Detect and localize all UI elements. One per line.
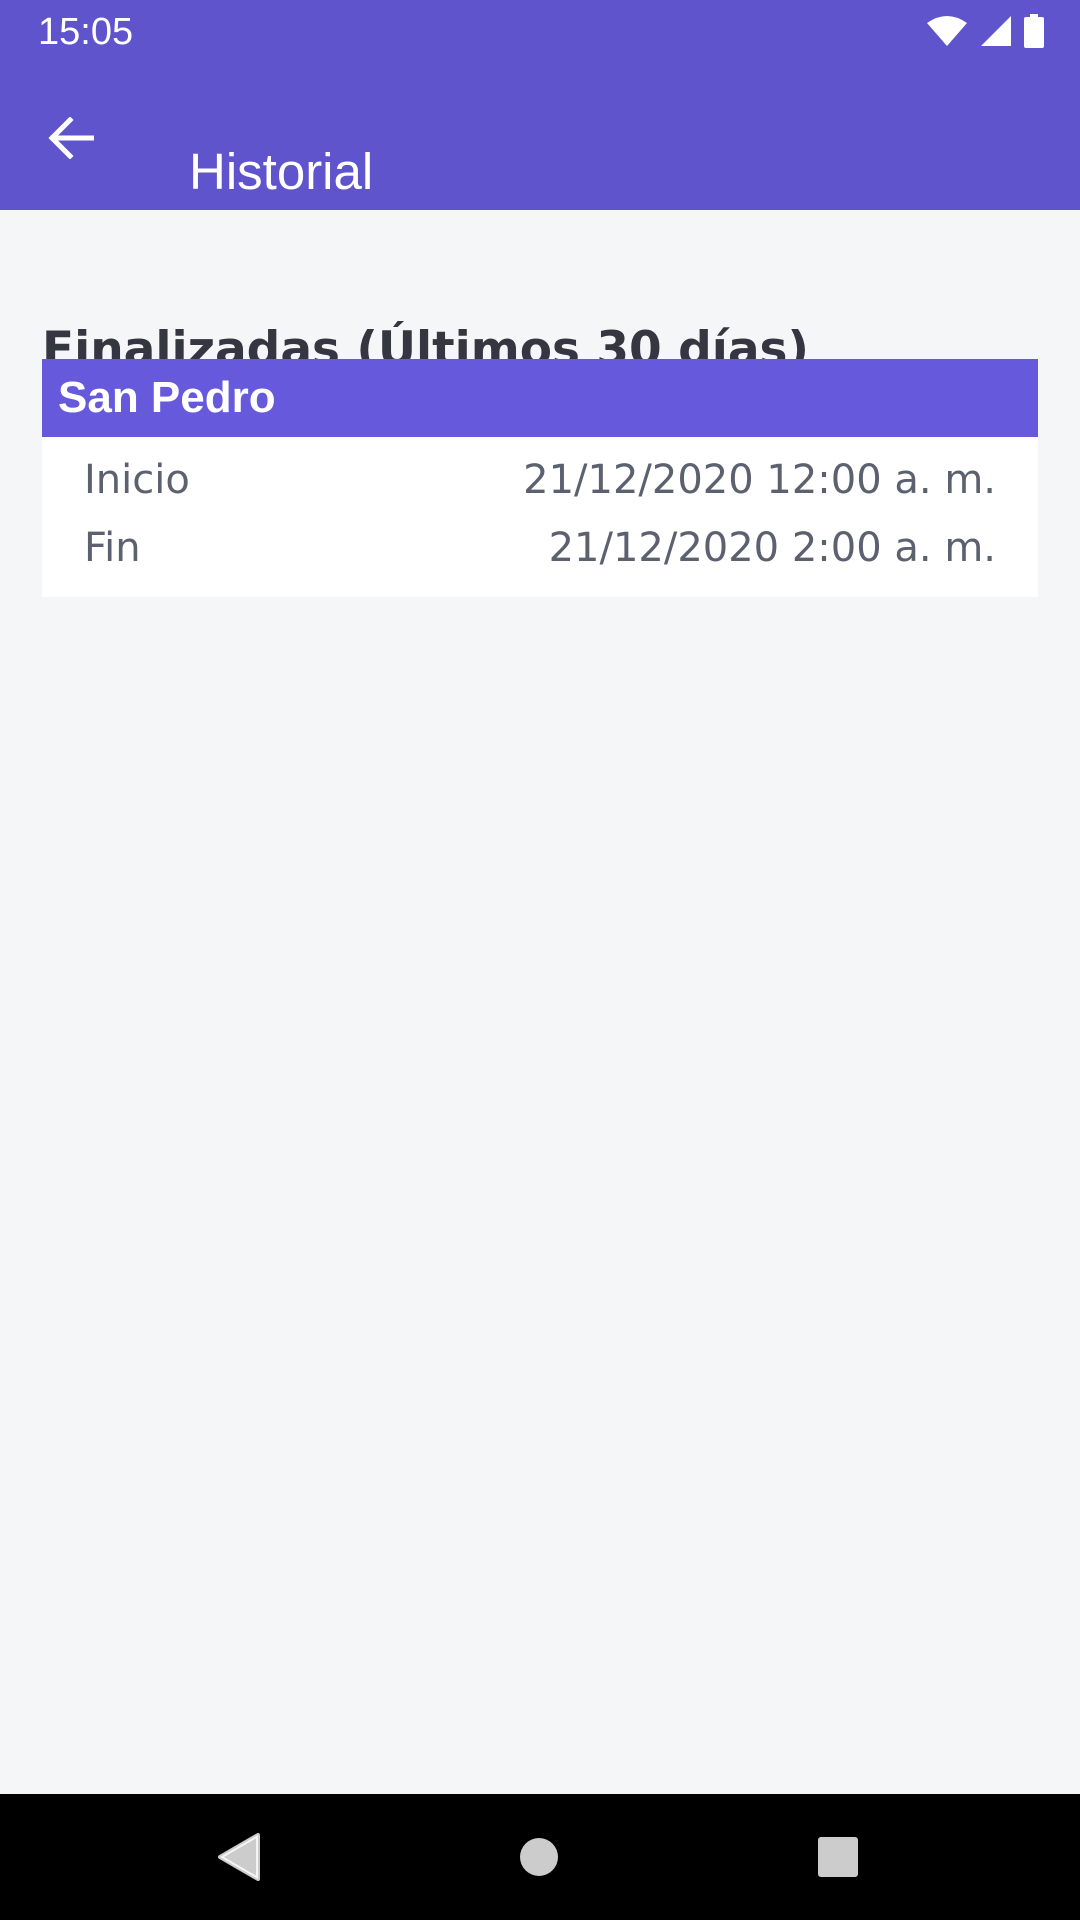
end-label: Fin	[84, 525, 141, 571]
history-card-header: San Pedro	[42, 359, 1038, 437]
cell-signal-icon	[981, 16, 1011, 46]
status-icons	[926, 14, 1044, 48]
nav-back-button[interactable]	[208, 1827, 268, 1887]
recents-square-icon	[818, 1837, 858, 1877]
end-value: 21/12/2020 2:00 a. m.	[548, 525, 996, 571]
back-triangle-icon	[218, 1833, 260, 1881]
back-button[interactable]	[30, 103, 112, 173]
end-row: Fin 21/12/2020 2:00 a. m.	[84, 515, 996, 581]
home-circle-icon	[520, 1838, 558, 1876]
battery-icon	[1024, 14, 1044, 48]
wifi-icon	[927, 16, 967, 46]
history-item-name: San Pedro	[58, 373, 276, 422]
start-value: 21/12/2020 12:00 a. m.	[523, 457, 996, 503]
status-time: 15:05	[38, 11, 134, 53]
start-row: Inicio 21/12/2020 12:00 a. m.	[84, 447, 996, 513]
arrow-left-icon	[48, 117, 94, 159]
history-card-body: Inicio 21/12/2020 12:00 a. m. Fin 21/12/…	[42, 437, 1038, 597]
nav-recents-button[interactable]	[808, 1827, 868, 1887]
app-bar: Historial	[0, 63, 1080, 210]
history-card[interactable]: San Pedro Inicio 21/12/2020 12:00 a. m. …	[42, 359, 1038, 597]
status-bar: 15:05	[0, 0, 1080, 63]
start-label: Inicio	[84, 457, 190, 503]
page-title: Historial	[189, 143, 374, 201]
nav-home-button[interactable]	[509, 1827, 569, 1887]
system-nav-bar	[0, 1794, 1080, 1920]
